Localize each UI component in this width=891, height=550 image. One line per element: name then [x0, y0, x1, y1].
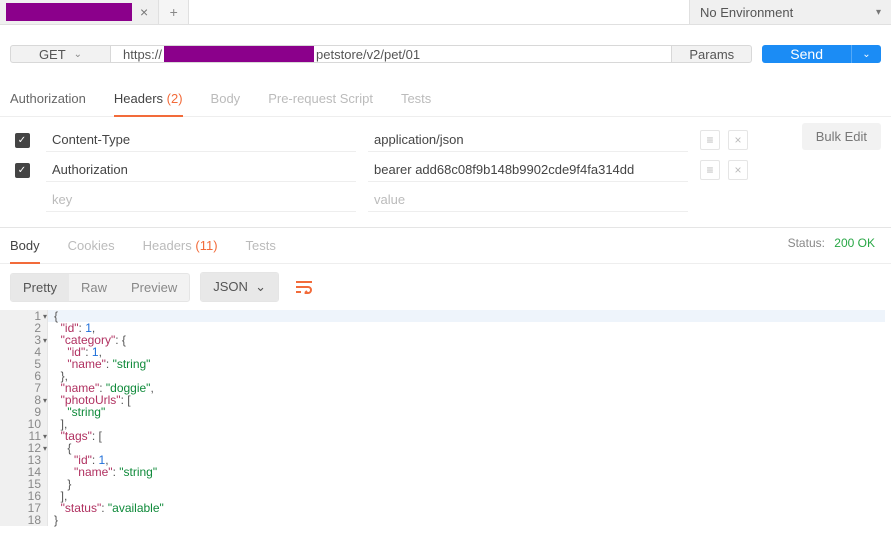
response-code-viewer[interactable]: 1▾23▾45678▾91011▾12▾131415161718 { "id":… [0, 310, 891, 526]
header-value-input[interactable]: application/json [368, 128, 688, 152]
header-row-empty: key value [10, 185, 881, 215]
chevron-down-icon: ▾ [876, 7, 881, 18]
tab-title-redacted [6, 3, 132, 21]
header-checkbox[interactable]: ✓ [10, 163, 34, 178]
chevron-down-icon: ⌄ [74, 49, 82, 60]
code-content: { "id": 1, "category": { "id": 1, "name"… [48, 310, 891, 526]
format-select[interactable]: JSON ⌄ [200, 272, 279, 302]
view-mode-group: Pretty Raw Preview [10, 273, 190, 302]
reorder-icon[interactable]: ≡ [700, 160, 720, 180]
url-prefix: https:// [123, 47, 162, 62]
status-zone: Status: 200 OK [788, 236, 881, 250]
format-bar: Pretty Raw Preview JSON ⌄ [0, 264, 891, 310]
chevron-down-icon: ⌄ [255, 279, 266, 295]
wrap-lines-icon[interactable] [289, 272, 319, 302]
params-button[interactable]: Params [671, 46, 751, 62]
chevron-down-icon: ⌄ [862, 49, 870, 60]
environment-label: No Environment [700, 5, 793, 20]
tab-response-headers[interactable]: Headers (11) [143, 228, 218, 263]
url-suffix: petstore/v2/pet/01 [316, 47, 420, 62]
preview-button[interactable]: Preview [119, 274, 189, 301]
header-actions: ≡ × [700, 160, 748, 180]
header-key-input[interactable]: Authorization [46, 158, 356, 182]
url-input[interactable]: https:// petstore/v2/pet/01 [111, 46, 671, 62]
header-value-input[interactable]: bearer add68c08f9b148b9902cde9f4fa314dd [368, 158, 688, 182]
url-redacted [164, 46, 314, 62]
tab-response-tests[interactable]: Tests [246, 228, 276, 263]
http-method-label: GET [39, 47, 66, 62]
status-code: 200 OK [828, 236, 881, 250]
status-label: Status: [788, 236, 825, 250]
tabs-zone: × + [0, 0, 689, 24]
header-row: ✓ Authorization bearer add68c08f9b148b99… [10, 155, 881, 185]
send-group: Send ⌄ [762, 45, 881, 63]
request-section-tabs: Authorization Headers (2) Body Pre-reque… [0, 83, 891, 117]
delete-icon[interactable]: × [728, 130, 748, 150]
method-url-group: GET ⌄ https:// petstore/v2/pet/01 Params [10, 45, 752, 63]
tab-body[interactable]: Body [211, 83, 241, 116]
delete-icon[interactable]: × [728, 160, 748, 180]
reorder-icon[interactable]: ≡ [700, 130, 720, 150]
raw-button[interactable]: Raw [69, 274, 119, 301]
tab-response-cookies[interactable]: Cookies [68, 228, 115, 263]
tab-tests[interactable]: Tests [401, 83, 431, 116]
check-icon: ✓ [15, 163, 30, 178]
headers-table: Bulk Edit ✓ Content-Type application/jso… [0, 117, 891, 219]
http-method-select[interactable]: GET ⌄ [11, 46, 111, 62]
request-tab[interactable]: × [0, 0, 159, 24]
request-row: GET ⌄ https://petstore/v2/pet/01 Params … [0, 25, 891, 83]
header-key-input[interactable]: key [46, 188, 356, 212]
header-row: ✓ Content-Type application/json ≡ × [10, 125, 881, 155]
header-key-input[interactable]: Content-Type [46, 128, 356, 152]
tab-prerequest[interactable]: Pre-request Script [268, 83, 373, 116]
tab-response-body[interactable]: Body [10, 228, 40, 263]
pretty-button[interactable]: Pretty [11, 274, 69, 301]
check-icon: ✓ [15, 133, 30, 148]
header-actions: ≡ × [700, 130, 748, 150]
tab-headers[interactable]: Headers (2) [114, 83, 183, 116]
add-tab-button[interactable]: + [159, 0, 189, 24]
bulk-edit-button[interactable]: Bulk Edit [802, 123, 881, 150]
response-section-tabs: Body Cookies Headers (11) Tests Status: … [0, 228, 891, 264]
tab-authorization[interactable]: Authorization [10, 83, 86, 116]
close-icon[interactable]: × [136, 5, 152, 19]
environment-select[interactable]: No Environment ▾ [689, 0, 891, 24]
top-bar: × + No Environment ▾ [0, 0, 891, 25]
send-button[interactable]: Send [762, 45, 851, 63]
header-checkbox[interactable]: ✓ [10, 133, 34, 148]
header-value-input[interactable]: value [368, 188, 688, 212]
send-dropdown[interactable]: ⌄ [851, 45, 881, 63]
line-gutter: 1▾23▾45678▾91011▾12▾131415161718 [0, 310, 48, 526]
